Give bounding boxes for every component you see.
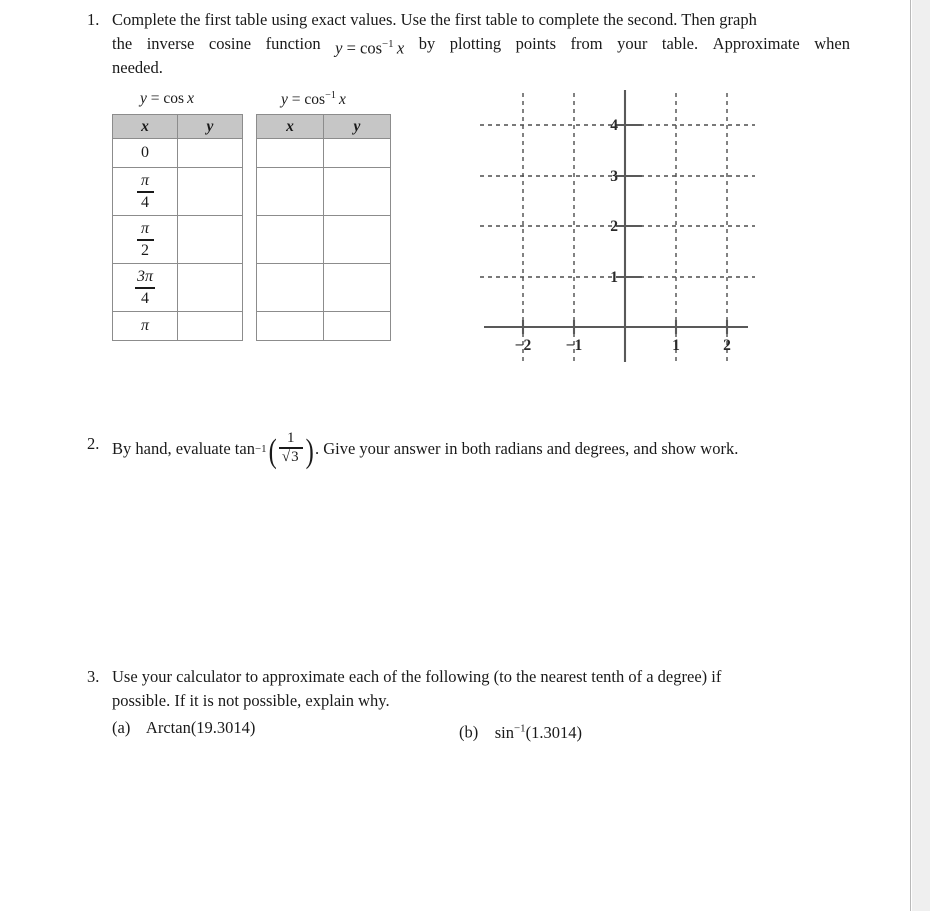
table-cos-x-1: π 4 xyxy=(112,167,178,216)
fraction-1-over-sqrt3: 1 √3 xyxy=(278,430,303,465)
page-gutter xyxy=(912,0,930,911)
problem-1-text: Complete the first table using exact val… xyxy=(112,8,848,32)
fraction-bar xyxy=(136,239,154,241)
table-cos-x-2: π 2 xyxy=(112,215,178,264)
table-row: π 4 xyxy=(112,167,243,216)
fraction-pi-over-2: π 2 xyxy=(136,221,154,258)
problem-3-number: 3. xyxy=(87,667,100,686)
table-row: π xyxy=(112,311,243,341)
table-cos-header-x: x xyxy=(112,114,178,139)
table-arccos: x y xyxy=(256,114,391,341)
problem-1-line-3-row: needed. xyxy=(112,56,850,80)
table-cos: x y 0 π 4 π 2 3π 4 π xyxy=(112,114,243,341)
subitem-a-label: (a) xyxy=(112,718,131,737)
table-arccos-header-y: y xyxy=(323,114,391,139)
table-cos-y-2[interactable] xyxy=(177,215,243,264)
problem-3-subitem-b: (b) sin−1(1.3014) xyxy=(459,716,582,745)
problem-3: 3. Use your calculator to approximate ea… xyxy=(78,665,850,689)
table-cos-y-4[interactable] xyxy=(177,311,243,341)
table-arccos-y-0[interactable] xyxy=(323,138,391,168)
table-row xyxy=(256,167,391,216)
table-row xyxy=(256,138,391,168)
subitem-b-label: (b) xyxy=(459,722,479,742)
fraction-bar xyxy=(136,191,154,193)
problem-1-line-1: Complete the first table using exact val… xyxy=(112,10,757,29)
x-tick-label-1: 1 xyxy=(672,337,680,354)
problem-3-subitem-a: (a) Arctan(19.3014) xyxy=(112,716,255,740)
fraction-3pi-over-4: 3π 4 xyxy=(134,268,155,307)
table-row xyxy=(256,215,391,264)
y-tick-label-3: 3 xyxy=(610,168,618,185)
problem-3-text-line-1: Use your calculator to approximate each … xyxy=(112,667,722,686)
table-arccos-header-row: x y xyxy=(256,114,391,139)
table-row: 3π 4 xyxy=(112,263,243,312)
table-arccos-x-2[interactable] xyxy=(256,215,324,264)
y-tick-label-1: 1 xyxy=(610,269,618,286)
worksheet-page: 1. Complete the first table using exact … xyxy=(0,0,930,911)
table-cos-x-3: 3π 4 xyxy=(112,263,178,312)
table-cos-y-3[interactable] xyxy=(177,263,243,312)
y-tick-label-2: 2 xyxy=(610,218,618,235)
problem-1: 1. Complete the first table using exact … xyxy=(78,8,850,32)
table-cos-y-0[interactable] xyxy=(177,138,243,168)
table-row xyxy=(256,263,391,312)
y-tick-label-4: 4 xyxy=(610,117,618,134)
problem-2-text: By hand, evaluate tan −1 ( 1 √3 ) . Give … xyxy=(112,430,848,470)
table-2-caption: y = cos−1 x xyxy=(281,90,346,109)
page-sheet: 1. Complete the first table using exact … xyxy=(0,0,911,911)
fraction-bar xyxy=(134,287,155,289)
fraction-pi-over-4: π 4 xyxy=(136,173,154,210)
x-tick-label--2: −2 xyxy=(515,337,532,354)
sqrt-3: √3 xyxy=(281,447,300,465)
table-arccos-x-3[interactable] xyxy=(256,263,324,312)
problem-1-line-3: needed. xyxy=(112,58,163,77)
table-cos-x-4: π xyxy=(112,311,178,341)
x-tick-label--1: −1 xyxy=(566,337,583,354)
table-cos-x-0: 0 xyxy=(112,138,178,168)
table-cos-y-1[interactable] xyxy=(177,167,243,216)
table-cos-header-y: y xyxy=(177,114,243,139)
table-1-caption: y = cos x xyxy=(140,90,195,107)
arcsin-expression: sin−1(1.3014) xyxy=(494,722,582,742)
table-arccos-y-1[interactable] xyxy=(323,167,391,216)
problem-2-text-after: . Give your answer in both radians and d… xyxy=(314,438,739,458)
coordinate-grid[interactable]: 4 3 2 1 −2 −1 1 2 xyxy=(470,88,760,370)
problem-3-text-line-2: possible. If it is not possible, explain… xyxy=(112,691,390,710)
table-arccos-header-x: x xyxy=(256,114,324,139)
problem-3-line-2-row: possible. If it is not possible, explain… xyxy=(112,689,850,713)
table-arccos-y-3[interactable] xyxy=(323,263,391,312)
x-tick-label-2: 2 xyxy=(723,337,731,354)
problem-1-number: 1. xyxy=(87,10,100,29)
table-arccos-y-2[interactable] xyxy=(323,215,391,264)
table-arccos-x-1[interactable] xyxy=(256,167,324,216)
table-row: π 2 xyxy=(112,215,243,264)
problem-2-number: 2. xyxy=(87,434,100,453)
table-arccos-x-4[interactable] xyxy=(256,311,324,341)
problem-2: 2. By hand, evaluate tan −1 ( 1 √3 ) . G… xyxy=(78,430,850,470)
problem-2-text-before: By hand, evaluate xyxy=(112,438,231,458)
table-arccos-x-0[interactable] xyxy=(256,138,324,168)
table-row: 0 xyxy=(112,138,243,168)
arctan-expression: tan −1 ( 1 √3 ) xyxy=(234,430,314,470)
table-row xyxy=(256,311,391,341)
table-cos-header-row: x y xyxy=(112,114,243,139)
table-arccos-y-4[interactable] xyxy=(323,311,391,341)
arctan-19-expression: Arctan(19.3014) xyxy=(145,718,256,737)
